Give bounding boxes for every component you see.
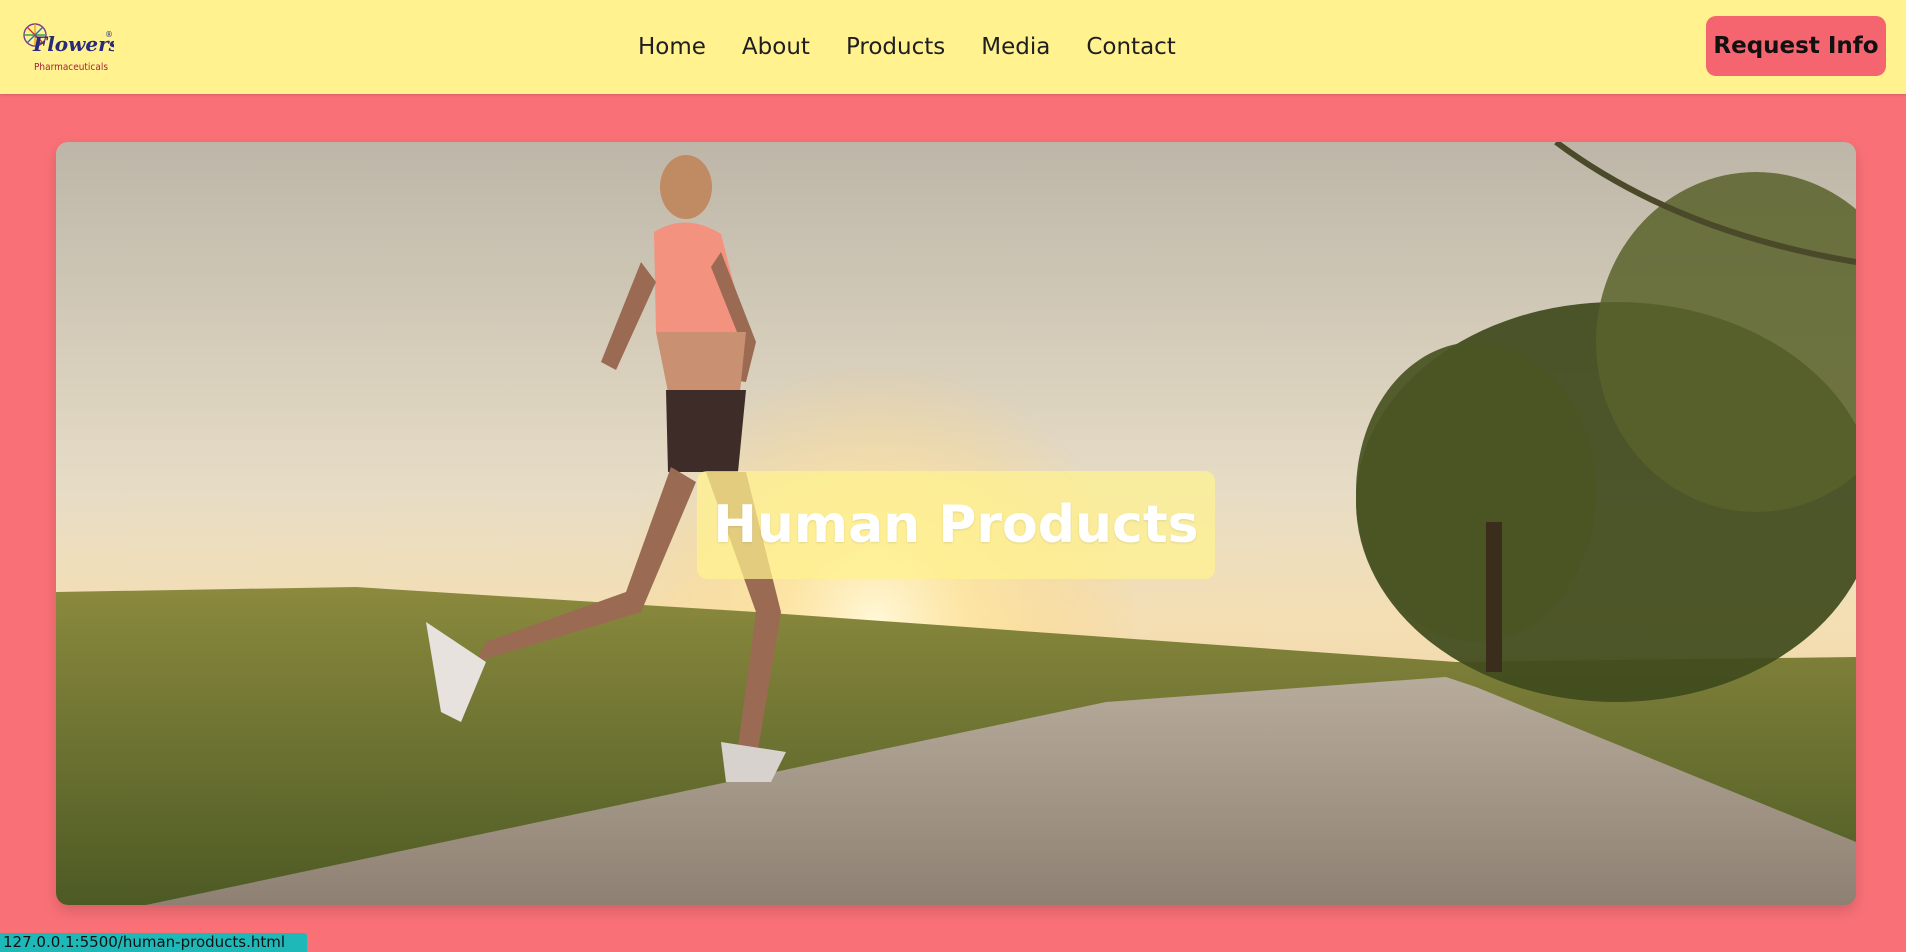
nav-home[interactable]: Home — [638, 34, 706, 60]
nav-products[interactable]: Products — [846, 34, 945, 60]
hero-title-box: Human Products — [697, 471, 1215, 579]
browser-status-bar: 127.0.0.1:5500/human-products.html — [0, 933, 307, 952]
site-header: Flowers ® Pharmaceuticals Home About Pro… — [0, 0, 1906, 94]
hero-banner: Human Products — [56, 142, 1856, 905]
hero-title: Human Products — [713, 495, 1199, 555]
nav-media[interactable]: Media — [981, 34, 1050, 60]
flower-wheel-icon: Flowers ® Pharmaceuticals — [23, 23, 114, 73]
brand-logo[interactable]: Flowers ® Pharmaceuticals — [22, 15, 114, 77]
logo-brand-text: Flowers — [32, 32, 114, 56]
main-nav: Home About Products Media Contact — [620, 0, 1194, 94]
logo-sub-text: Pharmaceuticals — [34, 62, 108, 73]
request-info-button[interactable]: Request Info — [1706, 16, 1886, 76]
nav-about[interactable]: About — [742, 34, 810, 60]
logo-registered-mark: ® — [105, 30, 113, 39]
nav-contact[interactable]: Contact — [1086, 34, 1175, 60]
